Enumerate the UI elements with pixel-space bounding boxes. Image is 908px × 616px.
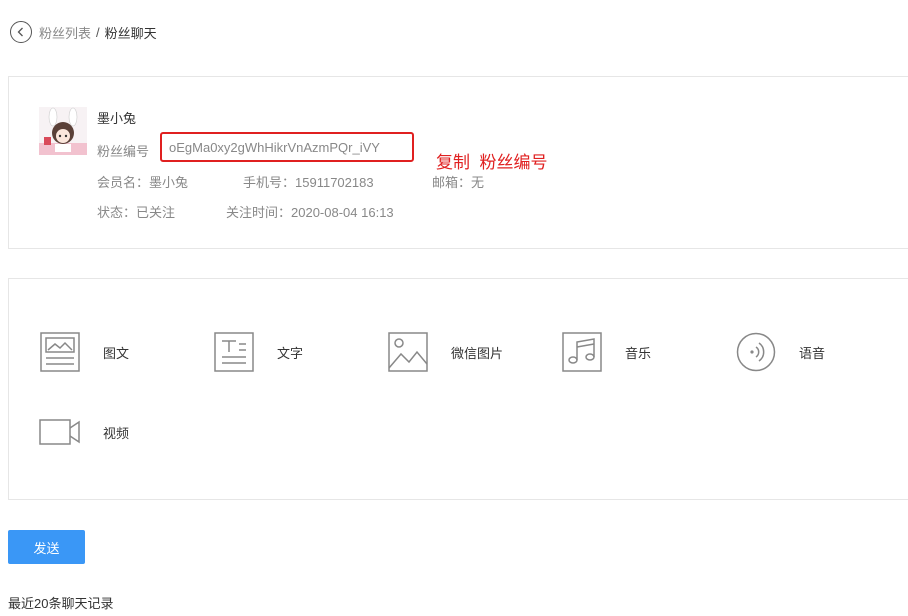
message-type-text[interactable]: 文字 <box>213 331 303 373</box>
fan-info-card: 墨小兔 粉丝编号 oEgMa0xy2gWhHikrVnAzmPQr_iVY 复制… <box>8 76 908 249</box>
message-type-label: 视频 <box>103 425 130 441</box>
send-button[interactable]: 发送 <box>8 530 85 564</box>
status-label: 状态： <box>97 205 137 220</box>
message-type-image[interactable]: 微信图片 <box>387 331 503 373</box>
email-row: 邮箱：无 <box>432 172 484 191</box>
message-type-music[interactable]: 音乐 <box>561 331 651 373</box>
news-icon <box>39 331 81 373</box>
image-icon <box>387 331 429 373</box>
copy-fan-id-annotation: 复制 粉丝编号 <box>436 153 548 172</box>
video-icon <box>39 411 81 453</box>
message-type-label: 文字 <box>277 345 304 361</box>
member-row: 会员名：墨小兔 <box>97 172 188 191</box>
phone-row: 手机号：15911702183 <box>243 172 374 191</box>
music-icon <box>561 331 603 373</box>
email-value: 无 <box>471 175 485 190</box>
voice-icon <box>735 331 777 373</box>
message-type-label: 微信图片 <box>451 345 504 361</box>
breadcrumb-current: 粉丝聊天 <box>104 25 157 41</box>
phone-value: 15911702183 <box>295 175 374 190</box>
follow-time-value: 2020-08-04 16:13 <box>291 205 394 220</box>
status-row: 状态：已关注 <box>97 202 175 221</box>
fan-id-value[interactable]: oEgMa0xy2gWhHikrVnAzmPQr_iVY <box>160 132 414 162</box>
follow-time-row: 关注时间：2020-08-04 16:13 <box>226 202 394 221</box>
message-type-label: 音乐 <box>625 345 652 361</box>
avatar <box>39 107 87 155</box>
breadcrumb-separator: / <box>96 24 100 40</box>
message-type-label: 图文 <box>103 345 130 361</box>
message-type-label: 语音 <box>799 345 826 361</box>
message-type-news[interactable]: 图文 <box>39 331 129 373</box>
member-label: 会员名： <box>97 175 150 190</box>
follow-time-label: 关注时间： <box>226 205 292 220</box>
phone-label: 手机号： <box>243 175 296 190</box>
breadcrumb-parent-link[interactable]: 粉丝列表 <box>39 23 91 42</box>
fan-name: 墨小兔 <box>97 111 137 126</box>
status-value: 已关注 <box>136 205 176 220</box>
text-icon <box>213 331 255 373</box>
message-type-video[interactable]: 视频 <box>39 411 129 453</box>
breadcrumb: 粉丝列表 / 粉丝聊天 <box>10 19 157 45</box>
member-name: 墨小兔 <box>149 175 189 190</box>
message-type-voice[interactable]: 语音 <box>735 331 825 373</box>
email-label: 邮箱： <box>432 175 472 190</box>
back-icon[interactable] <box>10 21 32 43</box>
fan-id-label: 粉丝编号 <box>97 144 150 159</box>
message-type-panel: 图文 文字 微信图片 音乐 语音 视频 <box>8 278 908 500</box>
recent-chat-title: 最近20条聊天记录 <box>8 596 114 611</box>
